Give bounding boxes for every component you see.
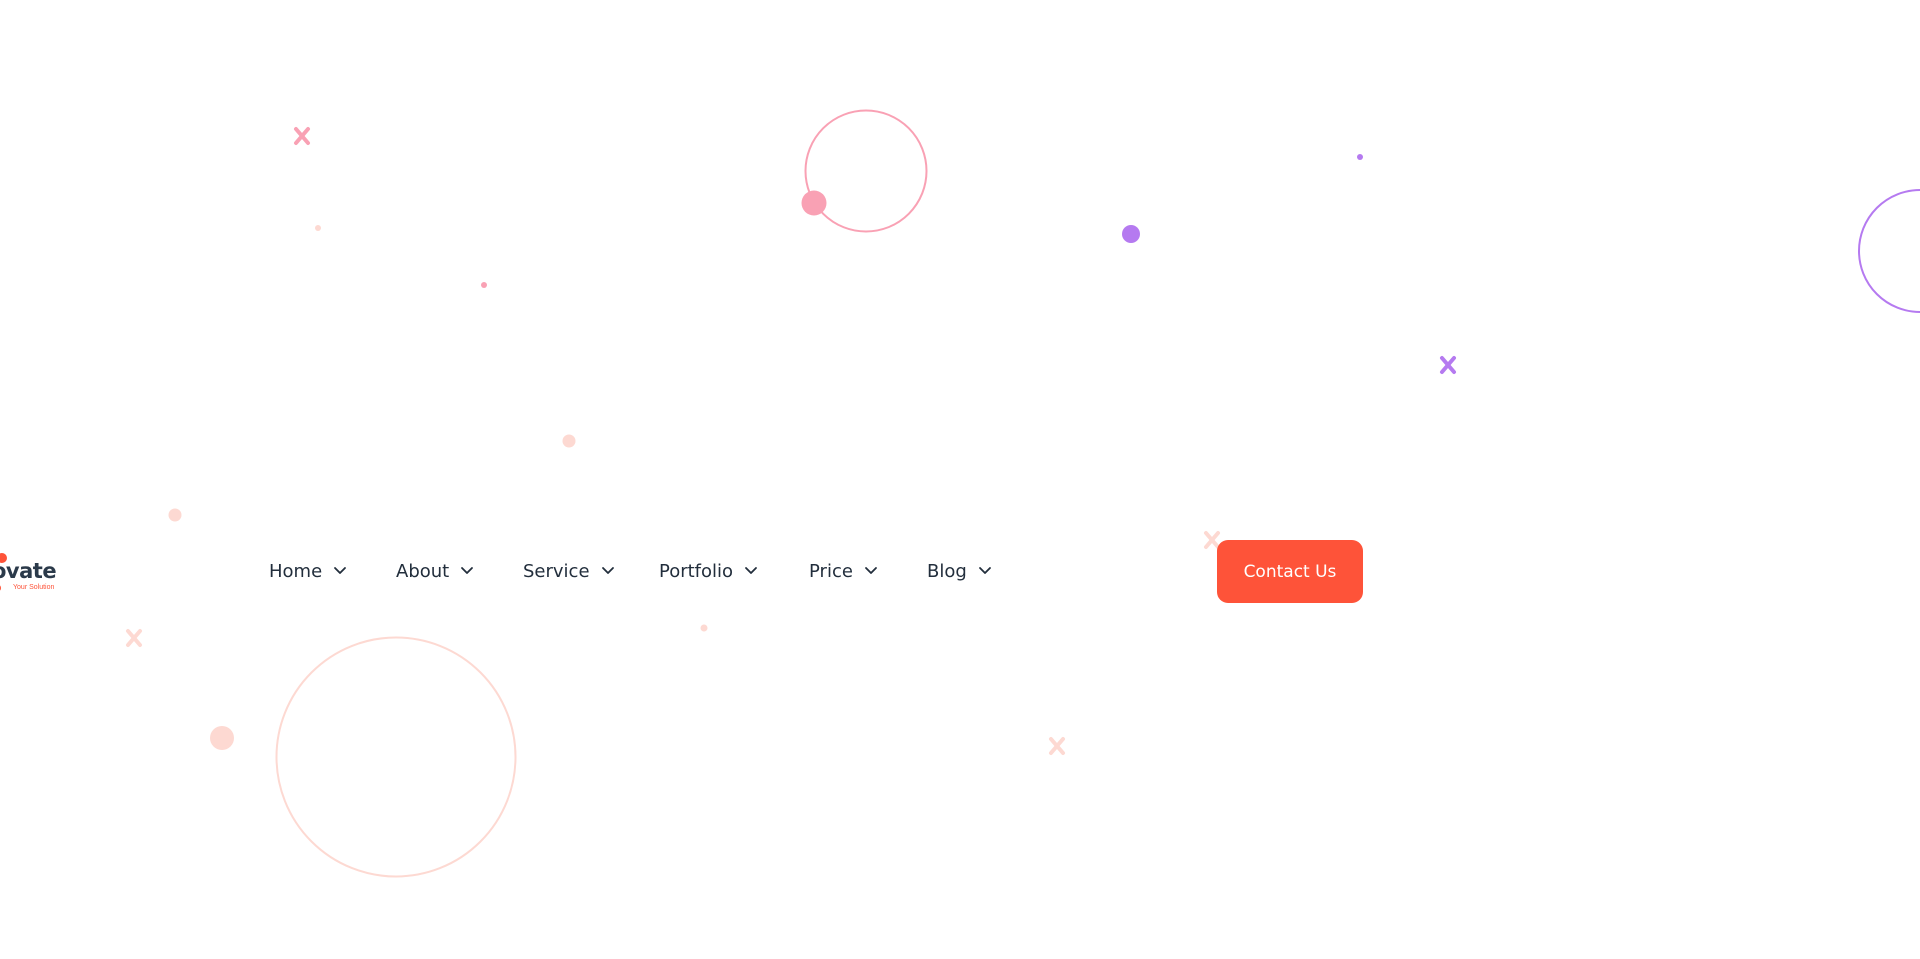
brand-name: ovate	[0, 559, 57, 583]
chevron-down-icon	[865, 567, 877, 574]
dot-shape	[1122, 225, 1140, 243]
cross-shape-pink-top-left	[294, 127, 310, 145]
nav-item-portfolio[interactable]: Portfolio	[659, 555, 758, 587]
dot-shape	[700, 624, 708, 632]
cross-shape-peach	[1049, 737, 1065, 755]
ring-shape-pink	[804, 109, 928, 233]
nav-item-label: Home	[269, 560, 323, 582]
dot-shape	[210, 726, 234, 750]
logo-dot-icon	[0, 584, 1, 592]
cross-shape-purple	[1440, 356, 1456, 374]
chevron-down-icon	[745, 567, 757, 574]
nav-item-home[interactable]: Home	[269, 555, 347, 587]
ring-shape-peach	[275, 636, 517, 878]
dot-shape	[315, 225, 321, 231]
cross-shape-peach	[126, 629, 142, 647]
nav-item-label: Blog	[927, 560, 967, 582]
nav-item-blog[interactable]: Blog	[927, 555, 992, 587]
nav-item-label: About	[396, 560, 450, 582]
nav-item-label: Price	[809, 560, 853, 582]
dot-shape	[1357, 154, 1363, 160]
nav-item-service[interactable]: Service	[523, 555, 615, 587]
contact-us-button[interactable]: Contact Us	[1217, 540, 1363, 603]
chevron-down-icon	[978, 567, 991, 574]
dot-shape	[801, 190, 827, 216]
dot-shape	[481, 282, 487, 288]
page: ovate Your Solution Home About Service P…	[0, 0, 1920, 959]
nav-item-label: Portfolio	[659, 560, 734, 582]
decorative-shapes	[126, 109, 1920, 878]
ring-shape-purple	[1858, 189, 1920, 313]
brand-logo[interactable]: ovate Your Solution	[0, 551, 72, 597]
brand-tagline: Your Solution	[13, 584, 55, 591]
chevron-down-icon	[601, 567, 614, 574]
dot-shape	[168, 508, 182, 522]
chevron-down-icon	[334, 567, 347, 574]
cross-shape-peach	[1204, 531, 1220, 549]
nav-item-about[interactable]: About	[396, 555, 474, 587]
nav-item-price[interactable]: Price	[809, 555, 878, 587]
nav-item-label: Service	[523, 560, 590, 582]
dot-shape	[562, 434, 576, 448]
chevron-down-icon	[461, 567, 474, 574]
